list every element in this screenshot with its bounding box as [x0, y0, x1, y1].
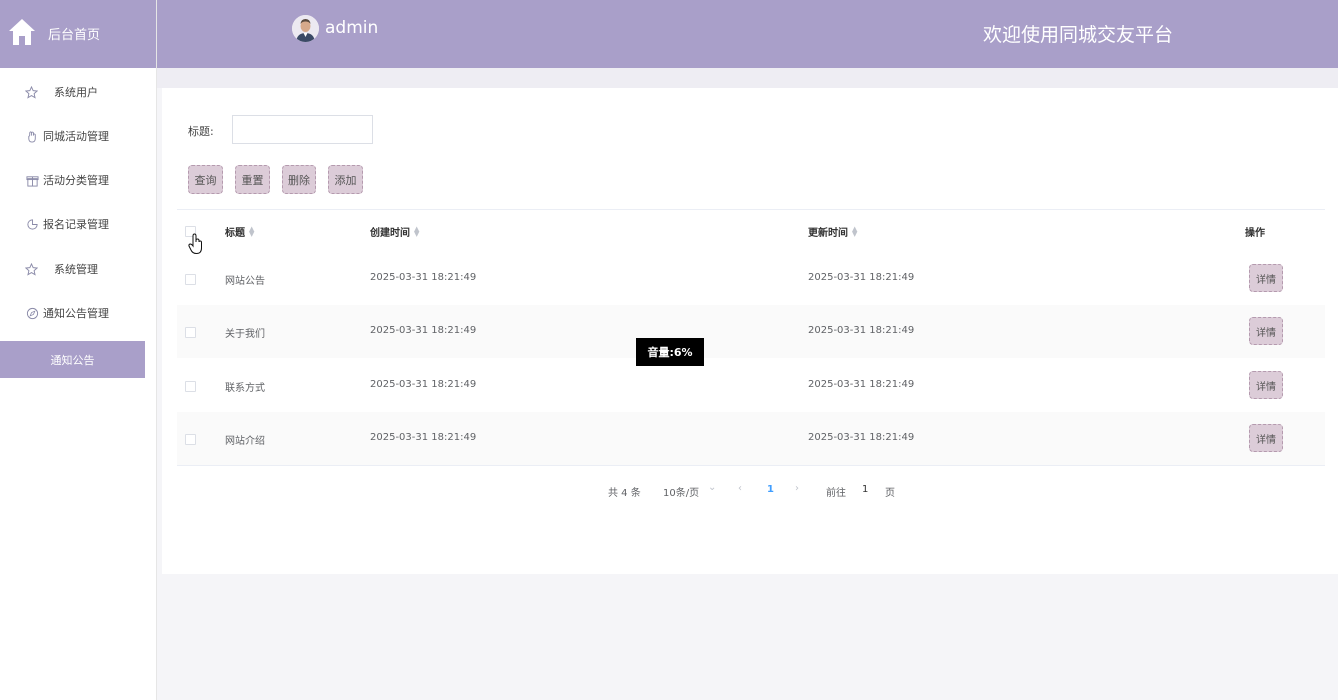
gift-icon [26, 175, 39, 187]
detail-button[interactable]: 详情 [1249, 264, 1283, 292]
sort-icon[interactable]: ▲ ▼ [852, 225, 857, 237]
table-row[interactable]: 网站公告 2025-03-31 18:21:49 2025-03-31 18:2… [177, 252, 1325, 305]
home-link[interactable]: 后台首页 [0, 0, 156, 68]
hand-icon [28, 130, 36, 143]
home-label: 后台首页 [48, 28, 101, 43]
goto-page-input[interactable]: 1 [862, 484, 868, 495]
column-action-label: 操作 [1245, 228, 1265, 239]
user-avatar-icon [292, 15, 319, 42]
sidebar-item-activity-category[interactable]: 活动分类管理 [0, 163, 156, 197]
sort-icon[interactable]: ▲ ▼ [414, 225, 419, 237]
sidebar-item-label: 系统管理 [54, 263, 98, 276]
sidebar-item-system-management[interactable]: 系统管理 [0, 252, 156, 286]
home-icon [9, 19, 35, 45]
goto-label: 前往 [826, 488, 846, 499]
column-header-action: 操作 [1245, 224, 1265, 239]
chevron-down-icon[interactable]: ⌄ [708, 482, 716, 493]
query-button[interactable]: 查询 [188, 165, 223, 194]
top-header: admin 欢迎使用同城交友平台 [157, 0, 1338, 68]
compass-icon [26, 307, 39, 319]
table-bottom-border [177, 465, 1325, 466]
sidebar-item-registration[interactable]: 报名记录管理 [0, 207, 156, 241]
detail-button[interactable]: 详情 [1249, 371, 1283, 399]
row-updated: 2025-03-31 18:21:49 [808, 379, 915, 390]
hand-cursor-icon [188, 233, 202, 255]
star-icon [25, 262, 38, 276]
welcome-title: 欢迎使用同城交友平台 [983, 24, 1174, 46]
row-created: 2025-03-31 18:21:49 [370, 325, 477, 336]
row-checkbox[interactable] [185, 434, 196, 445]
column-header-updated[interactable]: 更新时间 ▲ ▼ [808, 224, 857, 239]
pie-icon [27, 218, 38, 230]
add-button[interactable]: 添加 [328, 165, 363, 194]
row-updated: 2025-03-31 18:21:49 [808, 272, 915, 283]
row-updated: 2025-03-31 18:21:49 [808, 325, 915, 336]
pagination-total: 共 4 条 [608, 488, 641, 499]
row-created: 2025-03-31 18:21:49 [370, 272, 477, 283]
detail-button[interactable]: 详情 [1249, 424, 1283, 452]
sidebar-item-label: 通知公告 [50, 353, 95, 367]
detail-button[interactable]: 详情 [1249, 317, 1283, 345]
row-created: 2025-03-31 18:21:49 [370, 379, 477, 390]
row-created: 2025-03-31 18:21:49 [370, 432, 477, 443]
sidebar-item-label: 同城活动管理 [43, 130, 109, 143]
row-checkbox[interactable] [185, 327, 196, 338]
sidebar-item-label: 通知公告管理 [43, 307, 109, 320]
sidebar-item-label: 报名记录管理 [43, 218, 109, 231]
column-updated-label: 更新时间 [808, 228, 848, 239]
reset-button[interactable]: 重置 [235, 165, 270, 194]
table-row[interactable]: 网站介绍 2025-03-31 18:21:49 2025-03-31 18:2… [177, 412, 1325, 465]
content-card: 标题: 查询 重置 删除 添加 标题 ▲ ▼ 创建时间 ▲ ▼ 更新时间 ▲ ▼ 操作 [162, 88, 1338, 574]
table-row[interactable]: 联系方式 2025-03-31 18:21:49 2025-03-31 18:2… [177, 359, 1325, 412]
row-updated: 2025-03-31 18:21:49 [808, 432, 915, 443]
sort-icon[interactable]: ▲ ▼ [249, 225, 254, 237]
page-number-current[interactable]: 1 [767, 484, 774, 495]
table-header: 标题 ▲ ▼ 创建时间 ▲ ▼ 更新时间 ▲ ▼ 操作 [177, 209, 1325, 252]
sidebar-item-city-activity[interactable]: 同城活动管理 [0, 119, 156, 153]
star-icon [25, 85, 38, 99]
row-title: 联系方式 [225, 383, 265, 394]
column-header-title[interactable]: 标题 ▲ ▼ [225, 224, 254, 239]
table-row[interactable]: 关于我们 2025-03-31 18:21:49 2025-03-31 18:2… [177, 305, 1325, 358]
column-created-label: 创建时间 [370, 228, 410, 239]
next-page-icon[interactable]: › [795, 483, 799, 494]
sidebar-item-label: 系统用户 [54, 86, 98, 99]
sidebar-item-notice[interactable]: 通知公告 [0, 341, 145, 378]
column-header-created[interactable]: 创建时间 ▲ ▼ [370, 224, 419, 239]
page-suffix: 页 [885, 488, 895, 499]
row-title: 网站介绍 [225, 436, 265, 447]
page-size-select[interactable]: 10条/页 [663, 484, 699, 499]
prev-page-icon[interactable]: ‹ [738, 483, 742, 494]
sidebar: 后台首页 系统用户 同城活动管理 活动分类管理 报名记录管理 系统管理 通知公告… [0, 0, 157, 700]
volume-tooltip: 音量:6% [636, 338, 704, 366]
sidebar-item-system-users[interactable]: 系统用户 [0, 75, 156, 109]
avatar[interactable] [292, 15, 319, 42]
row-checkbox[interactable] [185, 274, 196, 285]
sidebar-item-notice-management[interactable]: 通知公告管理 [0, 296, 156, 330]
header-divider [157, 68, 1338, 88]
sidebar-item-label: 活动分类管理 [43, 174, 109, 187]
delete-button[interactable]: 删除 [282, 165, 316, 194]
user-name[interactable]: admin [325, 18, 378, 38]
row-title: 网站公告 [225, 276, 265, 287]
title-filter-input[interactable] [232, 115, 373, 144]
title-filter-label: 标题: [188, 125, 214, 138]
row-title: 关于我们 [225, 329, 265, 340]
row-checkbox[interactable] [185, 381, 196, 392]
column-title-label: 标题 [225, 228, 245, 239]
